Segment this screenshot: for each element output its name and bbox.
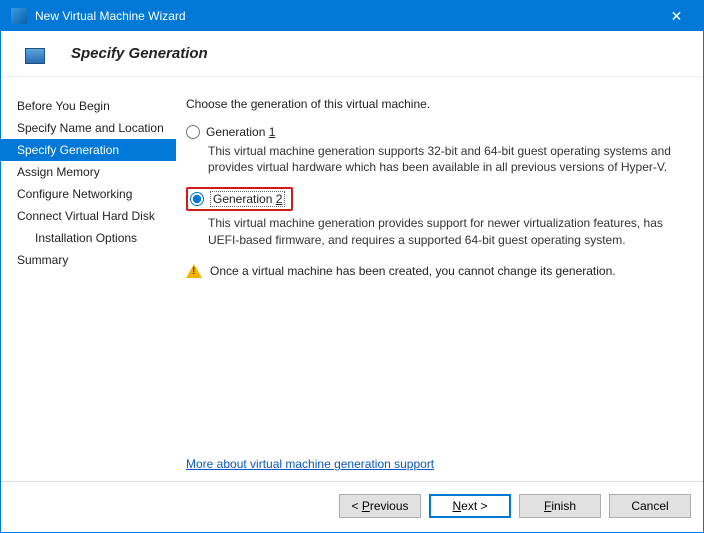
wizard-steps: Before You Begin Specify Name and Locati…: [1, 77, 176, 481]
previous-button[interactable]: < Previous: [339, 494, 421, 518]
warning-icon: [186, 264, 202, 278]
page-title: Specify Generation: [71, 45, 208, 62]
step-assign-memory[interactable]: Assign Memory: [1, 161, 176, 183]
generation-2-radio[interactable]: [190, 192, 204, 206]
step-connect-vhd[interactable]: Connect Virtual Hard Disk: [1, 205, 176, 227]
wizard-window: New Virtual Machine Wizard ✕ Specify Gen…: [0, 0, 704, 533]
generation-2-desc: This virtual machine generation provides…: [208, 215, 681, 247]
titlebar: New Virtual Machine Wizard ✕: [1, 1, 703, 31]
window-title: New Virtual Machine Wizard: [35, 9, 654, 23]
generation-1-desc: This virtual machine generation supports…: [208, 143, 681, 175]
more-info-link[interactable]: More about virtual machine generation su…: [186, 437, 681, 471]
step-summary[interactable]: Summary: [1, 249, 176, 271]
generation-1-option[interactable]: Generation 1: [186, 125, 681, 139]
finish-button[interactable]: Finish: [519, 494, 601, 518]
step-configure-networking[interactable]: Configure Networking: [1, 183, 176, 205]
warning-text: Once a virtual machine has been created,…: [210, 264, 616, 278]
generation-1-label[interactable]: Generation 1: [206, 125, 275, 139]
step-specify-generation[interactable]: Specify Generation: [1, 139, 176, 161]
cancel-button[interactable]: Cancel: [609, 494, 691, 518]
prompt-text: Choose the generation of this virtual ma…: [186, 97, 681, 111]
warning-row: Once a virtual machine has been created,…: [186, 264, 681, 278]
step-name-location[interactable]: Specify Name and Location: [1, 117, 176, 139]
app-icon: [11, 8, 27, 24]
next-button[interactable]: Next >: [429, 494, 511, 518]
wizard-content: Choose the generation of this virtual ma…: [176, 77, 703, 481]
wizard-header: Specify Generation: [1, 31, 703, 77]
generation-2-label[interactable]: Generation 2: [210, 191, 285, 207]
close-icon[interactable]: ✕: [654, 1, 699, 31]
wizard-icon: [25, 48, 45, 64]
step-before-you-begin[interactable]: Before You Begin: [1, 95, 176, 117]
generation-1-radio[interactable]: [186, 125, 200, 139]
wizard-footer: < Previous Next > Finish Cancel: [1, 481, 703, 532]
step-installation-options[interactable]: Installation Options: [1, 227, 176, 249]
generation-2-option[interactable]: Generation 2: [186, 187, 293, 211]
